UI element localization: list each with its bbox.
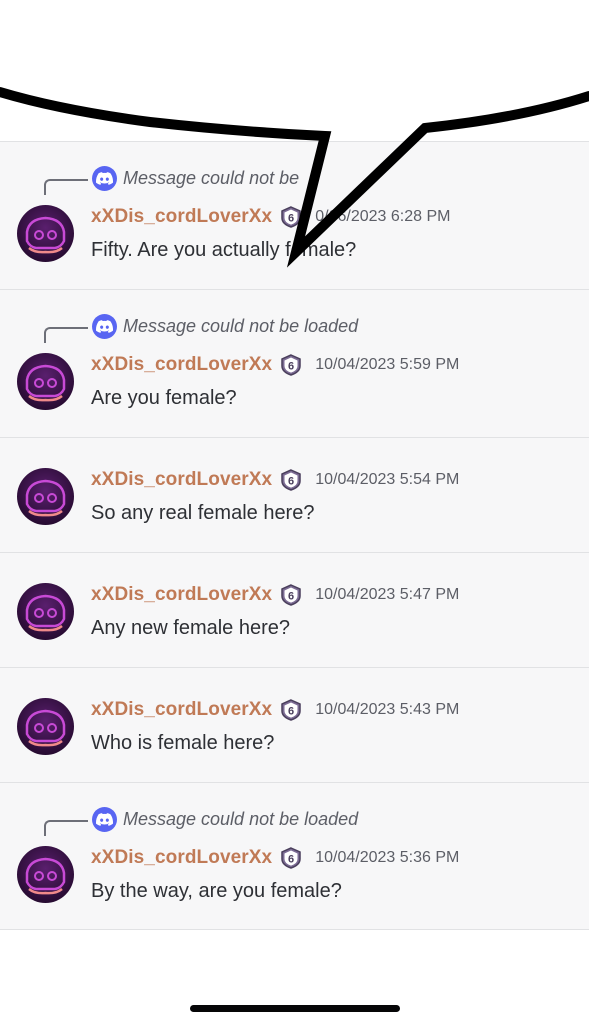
avatar[interactable] — [17, 698, 74, 755]
reply-reference[interactable]: Message could not be loaded — [92, 314, 358, 339]
reply-connector — [44, 179, 88, 195]
reply-reference[interactable]: Message could not be loaded — [92, 807, 358, 832]
username[interactable]: xXDis_cordLoverXx — [91, 206, 272, 228]
username[interactable]: xXDis_cordLoverXx — [91, 354, 272, 376]
timestamp: 10/04/2023 5:59 PM — [315, 356, 460, 373]
username[interactable]: xXDis_cordLoverXx — [91, 584, 272, 606]
message-content[interactable]: By the way, are you female? — [91, 880, 342, 903]
message-header: xXDis_cordLoverXx 6 10/04/2023 5:47 PM — [91, 584, 459, 606]
message-header: xXDis_cordLoverXx 6 10/04/2023 5:43 PM — [91, 699, 459, 721]
timestamp: 10/04/2023 5:36 PM — [315, 849, 460, 866]
message-item[interactable]: Message could not be loaded xXDis_cordLo… — [0, 289, 589, 437]
username[interactable]: xXDis_cordLoverXx — [91, 469, 272, 491]
message-item[interactable]: Message could not be loaded xXDis_cordLo… — [0, 782, 589, 930]
avatar[interactable] — [17, 353, 74, 410]
discord-logo-icon — [92, 166, 117, 191]
top-blank-area — [0, 0, 589, 142]
reply-text: Message could not be — [123, 168, 300, 188]
message-item[interactable]: xXDis_cordLoverXx 6 10/04/2023 5:54 PM S… — [0, 437, 589, 552]
message-header: xXDis_cordLoverXx 6 0/06/2023 6:28 PM — [91, 206, 450, 228]
badge-level: 6 — [288, 476, 294, 488]
avatar[interactable] — [17, 205, 74, 262]
badge-level: 6 — [288, 854, 294, 866]
timestamp: 10/04/2023 5:54 PM — [315, 471, 460, 488]
message-item[interactable]: Message could not be xXDis_cordLoverXx 6… — [0, 141, 589, 289]
reply-text: Message could not be loaded — [123, 809, 359, 829]
avatar[interactable] — [17, 846, 74, 903]
message-header: xXDis_cordLoverXx 6 10/04/2023 5:54 PM — [91, 469, 459, 491]
badge-level: 6 — [288, 706, 294, 718]
badge-level: 6 — [288, 213, 294, 225]
reply-text: Message could not be loaded — [123, 316, 359, 336]
username[interactable]: xXDis_cordLoverXx — [91, 847, 272, 869]
avatar[interactable] — [17, 468, 74, 525]
discord-logo-icon — [92, 807, 117, 832]
reply-connector — [44, 820, 88, 836]
message-content[interactable]: So any real female here? — [91, 502, 314, 525]
message-content[interactable]: Any new female here? — [91, 617, 290, 640]
reply-connector — [44, 327, 88, 343]
username[interactable]: xXDis_cordLoverXx — [91, 699, 272, 721]
timestamp: 10/04/2023 5:47 PM — [315, 586, 460, 603]
message-item[interactable]: xXDis_cordLoverXx 6 10/04/2023 5:47 PM A… — [0, 552, 589, 667]
server-level-shield-icon[interactable]: 6 — [280, 847, 302, 869]
message-feed[interactable]: Message could not be xXDis_cordLoverXx 6… — [0, 141, 589, 930]
server-level-shield-icon[interactable]: 6 — [280, 206, 302, 228]
avatar[interactable] — [17, 583, 74, 640]
server-level-shield-icon[interactable]: 6 — [280, 584, 302, 606]
message-content[interactable]: Fifty. Are you actually female? — [91, 239, 356, 262]
message-header: xXDis_cordLoverXx 6 10/04/2023 5:36 PM — [91, 847, 459, 869]
discord-logo-icon — [92, 314, 117, 339]
server-level-shield-icon[interactable]: 6 — [280, 354, 302, 376]
badge-level: 6 — [288, 591, 294, 603]
message-content[interactable]: Who is female here? — [91, 732, 274, 755]
reply-reference[interactable]: Message could not be — [92, 166, 299, 191]
timestamp: 0/06/2023 6:28 PM — [315, 208, 451, 225]
badge-level: 6 — [288, 361, 294, 373]
server-level-shield-icon[interactable]: 6 — [280, 469, 302, 491]
message-header: xXDis_cordLoverXx 6 10/04/2023 5:59 PM — [91, 354, 459, 376]
server-level-shield-icon[interactable]: 6 — [280, 699, 302, 721]
home-indicator[interactable] — [190, 1005, 400, 1012]
message-item[interactable]: xXDis_cordLoverXx 6 10/04/2023 5:43 PM W… — [0, 667, 589, 782]
message-content[interactable]: Are you female? — [91, 387, 237, 410]
timestamp: 10/04/2023 5:43 PM — [315, 701, 460, 718]
